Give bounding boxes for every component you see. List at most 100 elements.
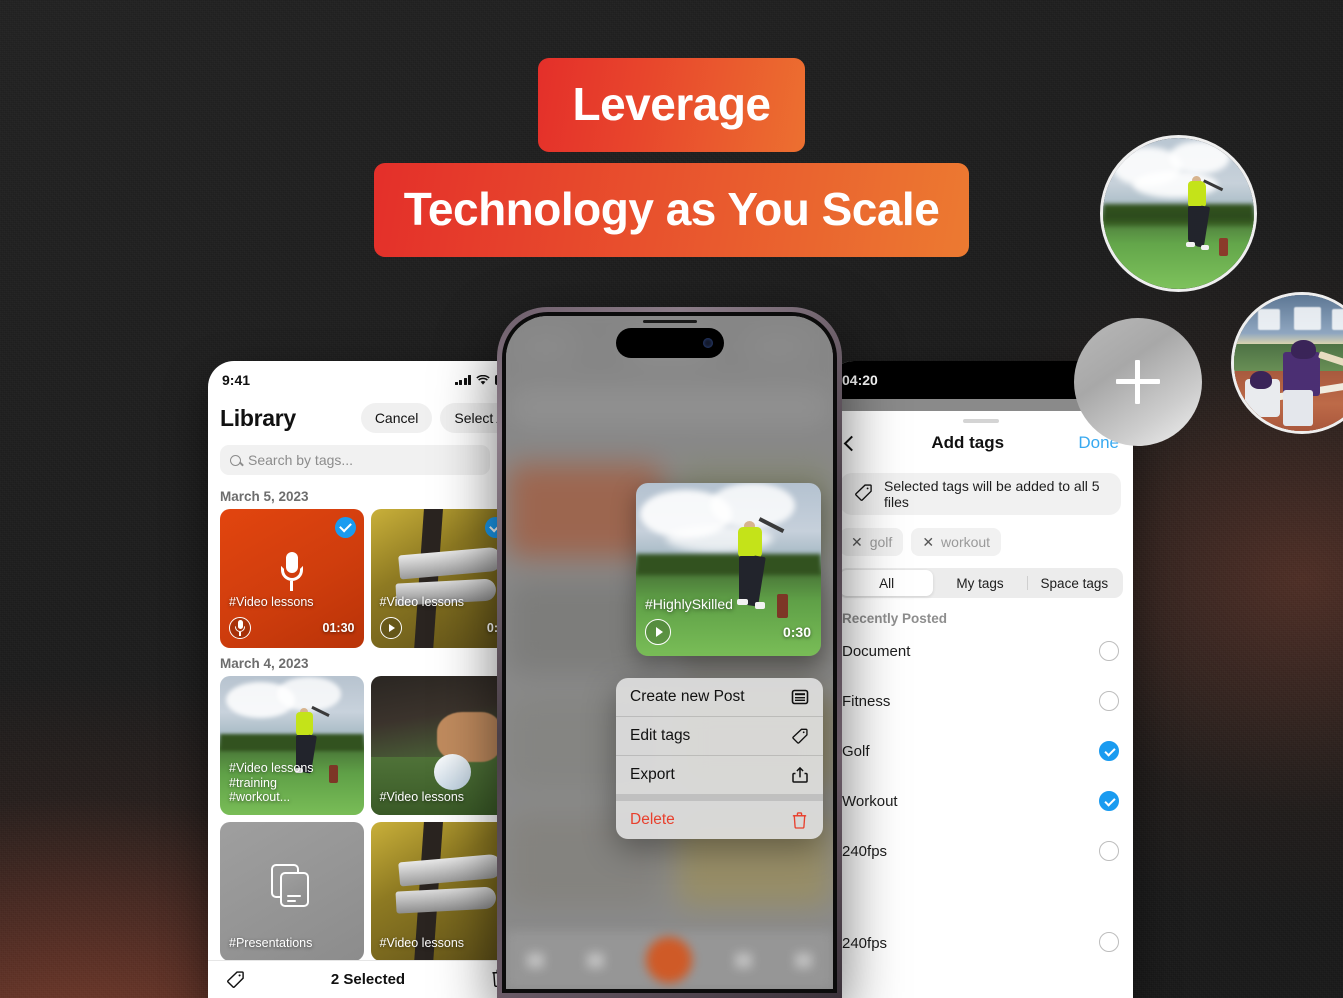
tag-chip-workout[interactable]: ✕ workout (911, 528, 1002, 556)
tab-profile-icon[interactable] (794, 952, 812, 968)
add-button[interactable] (1074, 318, 1202, 446)
cellular-signal-icon (454, 375, 471, 385)
tab-search-icon[interactable] (586, 952, 604, 968)
tile-tags: #Video lessons (379, 790, 465, 805)
tag-icon (791, 727, 809, 745)
tab-home-icon[interactable] (527, 952, 545, 968)
search-icon (230, 454, 241, 466)
selected-media-preview[interactable]: #HighlySkilled 0:30 (636, 483, 821, 656)
list-item[interactable]: Golf (828, 726, 1133, 776)
menu-item-label: Delete (630, 811, 675, 828)
baseball-photo-circle (1231, 292, 1343, 434)
tag-label: Document (842, 642, 911, 660)
date-label: March 4, 2023 (220, 656, 309, 671)
tag-icon (854, 483, 873, 505)
tile-footer: 0:3 (379, 617, 505, 639)
tab-record-button[interactable] (646, 937, 693, 983)
headline-line-1: Leverage (538, 58, 805, 152)
tile-duration: 01:30 (322, 621, 355, 635)
menu-item-create-new-post[interactable]: Create new Post (616, 678, 823, 716)
tag-label: 240fps (842, 935, 888, 952)
tag-toggle[interactable] (1099, 791, 1119, 811)
trash-icon (791, 811, 809, 829)
table-row[interactable]: #Presentations (220, 822, 364, 961)
list-item[interactable]: Fitness (828, 676, 1133, 726)
table-row[interactable]: #Video lessons 0:3 (370, 509, 514, 648)
tag-chip-label: golf (869, 534, 893, 550)
preview-footer: 0:30 (645, 619, 811, 645)
tag-label: 240fps (842, 842, 888, 860)
phone-bezel: #HighlySkilled 0:30 Create new Post Edit… (502, 312, 837, 993)
table-row[interactable]: #Video lessons #training #workout... (220, 676, 364, 815)
menu-item-label: Export (630, 766, 675, 783)
search-placeholder: Search by tags... (248, 452, 354, 468)
status-badge: 2 Selected (330, 971, 406, 988)
tile-tags: #Presentations (229, 936, 313, 951)
table-row[interactable]: #Video lessons (370, 676, 514, 815)
list-item[interactable]: Document (828, 626, 1133, 676)
context-menu: Create new Post Edit tags Export Delete (616, 678, 823, 839)
list-item[interactable]: 240fps (828, 826, 1133, 876)
tag-toggle[interactable] (1099, 691, 1119, 711)
media-grid-section-3: #Presentations #Video lessons (208, 822, 526, 961)
tab-library-icon[interactable] (735, 952, 753, 968)
tag-toggle[interactable] (1099, 641, 1119, 661)
tag-icon[interactable] (226, 970, 245, 989)
table-row[interactable]: #Video lessons (370, 822, 514, 961)
add-tags-phone-screen: 04:20 Add tags Done Selected tags will b… (828, 361, 1133, 998)
tile-footer: 01:30 (229, 617, 355, 639)
media-grid-section-2: #Video lessons #training #workout... #Vi… (208, 676, 526, 815)
preview-duration: 0:30 (782, 624, 811, 640)
tag-toggle[interactable] (1099, 932, 1119, 952)
selected-tag-chips: ✕ golf ✕ workout (828, 515, 1133, 556)
sheet-navbar: Add tags Done (828, 423, 1133, 461)
tab-my-tags[interactable]: My tags (933, 570, 1026, 596)
library-header: Library Cancel Select All (208, 399, 526, 437)
tile-tags: #Video lessons #training #workout... (229, 760, 314, 805)
media-grid-section-1: #Video lessons 01:30 #Video lessons 0:3 (208, 509, 526, 648)
tab-space-tags[interactable]: Space tags (1028, 570, 1121, 596)
status-time: 04:20 (842, 372, 878, 388)
cancel-button[interactable]: Cancel (360, 403, 433, 433)
search-input[interactable]: Search by tags... (220, 445, 490, 475)
earpiece-speaker (642, 320, 697, 323)
list-item[interactable]: 240fps (828, 876, 1133, 966)
dynamic-island (615, 328, 724, 358)
tile-tags: #Video lessons (379, 936, 465, 951)
search-row: Search by tags... (208, 437, 526, 481)
tag-label: Golf (842, 742, 870, 760)
menu-item-edit-tags[interactable]: Edit tags (616, 717, 823, 755)
tile-tags: #Video lessons (229, 595, 314, 610)
wifi-icon (476, 374, 490, 385)
table-row[interactable]: #Video lessons 01:30 (220, 509, 364, 648)
preview-caption: #HighlySkilled (645, 596, 733, 612)
menu-item-label: Edit tags (630, 727, 691, 744)
status-bar: 9:41 (208, 361, 526, 399)
golf-swing-photo (1103, 138, 1254, 289)
page-title: Add tags (931, 433, 1005, 452)
headline-line-2: Technology as You Scale (373, 163, 970, 257)
menu-item-export[interactable]: Export (616, 756, 823, 794)
tab-bar (506, 931, 833, 989)
tag-toggle[interactable] (1099, 741, 1119, 761)
play-icon[interactable] (645, 619, 671, 645)
tag-toggle[interactable] (1099, 841, 1119, 861)
list-item[interactable]: Workout (828, 776, 1133, 826)
tag-chip-golf[interactable]: ✕ golf (840, 528, 904, 556)
phone-frame: #HighlySkilled 0:30 Create new Post Edit… (497, 307, 842, 998)
share-icon (791, 766, 809, 784)
microphone-icon[interactable] (229, 617, 251, 639)
microphone-icon (280, 551, 303, 594)
library-phone-screen: 9:41 Library Cancel Select All Search by… (208, 361, 526, 998)
selection-check-icon[interactable] (334, 517, 356, 538)
tab-all[interactable]: All (840, 570, 934, 596)
play-icon[interactable] (379, 617, 402, 639)
menu-item-delete[interactable]: Delete (616, 801, 823, 839)
menu-item-label: Create new Post (630, 688, 745, 705)
golf-photo-circle (1100, 135, 1257, 292)
close-icon[interactable]: ✕ (922, 535, 934, 549)
plus-icon (1116, 360, 1160, 404)
close-icon[interactable]: ✕ (851, 535, 863, 549)
chevron-left-icon[interactable] (843, 435, 860, 451)
documents-icon (270, 863, 313, 908)
